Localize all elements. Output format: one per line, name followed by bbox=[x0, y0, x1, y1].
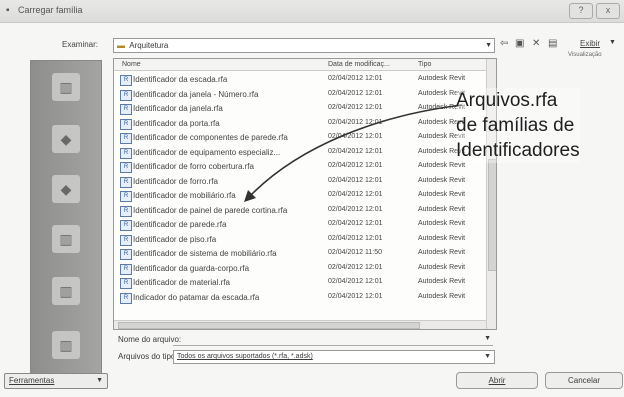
annotation-line: de famílias de bbox=[456, 113, 580, 138]
annotation-callout: Arquivos.rfa de famílias de Identificado… bbox=[456, 88, 580, 163]
annotation-arrow bbox=[244, 104, 463, 202]
annotation-line: Identificadores bbox=[456, 138, 580, 163]
load-family-dialog: ▪ Carregar família ? x Examinar: ▬ Arqui… bbox=[0, 0, 624, 397]
annotation-line: Arquivos.rfa bbox=[456, 88, 580, 113]
